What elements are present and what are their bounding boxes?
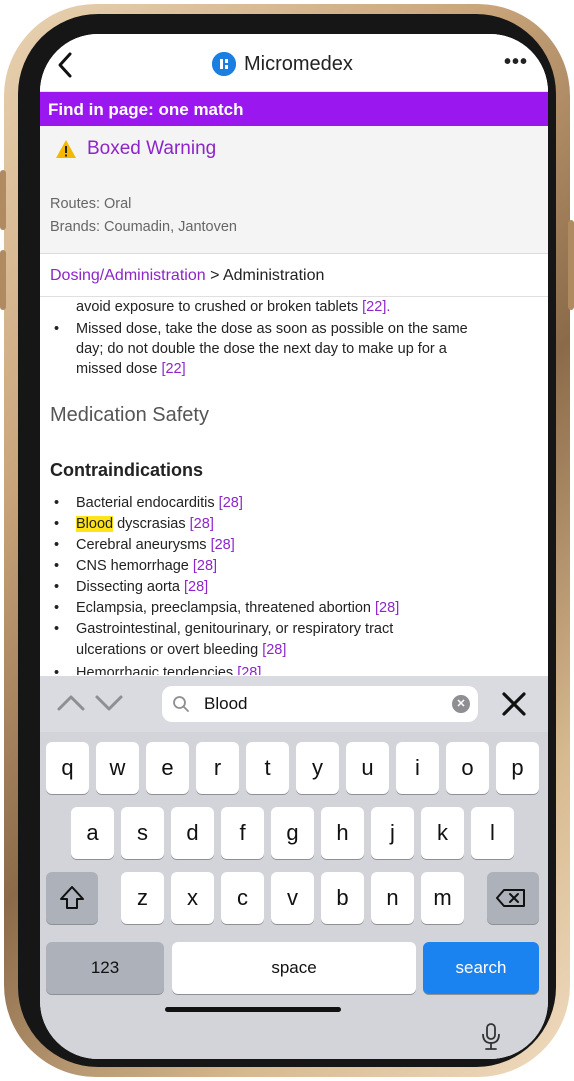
key-j[interactable]: j (371, 807, 414, 859)
key-u[interactable]: u (346, 742, 389, 794)
list-item: Dissecting aorta [28] (76, 579, 209, 595)
next-match-chevron-down-icon[interactable] (94, 688, 124, 718)
list-item: CNS hemorrhage [28] (76, 558, 218, 574)
power-button (568, 220, 574, 310)
list-item: Gastrointestinal, genitourinary, or resp… (76, 621, 394, 637)
key-v[interactable]: v (271, 872, 314, 924)
search-highlight: Blood (76, 516, 114, 532)
backspace-icon (496, 889, 525, 907)
key-m[interactable]: m (421, 872, 464, 924)
key-g[interactable]: g (271, 807, 314, 859)
more-options-icon[interactable]: ••• (504, 51, 528, 74)
find-in-page-banner: Find in page: one match (40, 92, 548, 126)
key-z[interactable]: z (121, 872, 164, 924)
list-item: Blood dyscrasias [28] (76, 516, 214, 532)
list-item: Eclampsia, preeclampsia, threatened abor… (76, 600, 400, 616)
missed-dose-line: missed dose [22] (76, 361, 186, 377)
shift-key[interactable] (46, 872, 98, 924)
key-c[interactable]: c (221, 872, 264, 924)
find-search-input[interactable]: Blood ✕ (162, 686, 478, 722)
list-item: Cerebral aneurysms [28] (76, 537, 235, 553)
delete-key[interactable] (487, 872, 539, 924)
drug-header-card: Boxed Warning Routes: Oral Brands: Couma… (40, 126, 548, 254)
key-x[interactable]: x (171, 872, 214, 924)
reference-link[interactable]: [22]. (362, 299, 390, 315)
key-p[interactable]: p (496, 742, 539, 794)
key-r[interactable]: r (196, 742, 239, 794)
warning-triangle-icon (56, 140, 76, 158)
key-a[interactable]: a (71, 807, 114, 859)
key-y[interactable]: y (296, 742, 339, 794)
search-query-text: Blood (204, 694, 248, 713)
breadcrumb: Dosing/Administration > Administration (50, 267, 324, 285)
key-f[interactable]: f (221, 807, 264, 859)
key-q[interactable]: q (46, 742, 89, 794)
clear-search-icon[interactable]: ✕ (452, 695, 470, 713)
previous-match-chevron-up-icon[interactable] (56, 688, 86, 718)
breadcrumb-link-dosing[interactable]: Dosing/Administration (50, 267, 206, 284)
home-indicator[interactable] (165, 1007, 341, 1012)
micromedex-logo-icon (212, 52, 236, 76)
volume-up-button (0, 170, 6, 230)
key-w[interactable]: w (96, 742, 139, 794)
shift-arrow-icon (60, 886, 84, 909)
key-o[interactable]: o (446, 742, 489, 794)
brands-text: Brands: Coumadin, Jantoven (50, 219, 237, 235)
key-e[interactable]: e (146, 742, 189, 794)
missed-dose-line: day; do not double the dose the next day… (76, 341, 447, 357)
search-key[interactable]: search (423, 942, 539, 994)
missed-dose-line: Missed dose, take the dose as soon as po… (76, 321, 468, 337)
key-s[interactable]: s (121, 807, 164, 859)
boxed-warning-label: Boxed Warning (87, 138, 217, 159)
list-item: Hemorrhagic tendencies [28] (76, 665, 262, 675)
key-t[interactable]: t (246, 742, 289, 794)
reference-link[interactable]: [22] (161, 361, 185, 377)
article-content[interactable]: avoid exposure to crushed or broken tabl… (40, 297, 548, 675)
close-find-icon[interactable] (498, 688, 530, 720)
back-chevron-icon[interactable] (54, 50, 78, 80)
space-key[interactable]: space (172, 942, 416, 994)
list-item: Bacterial endocarditis [28] (76, 495, 243, 511)
key-n[interactable]: n (371, 872, 414, 924)
bullet: • (54, 321, 60, 337)
volume-down-button (0, 250, 6, 310)
key-h[interactable]: h (321, 807, 364, 859)
key-d[interactable]: d (171, 807, 214, 859)
search-icon (173, 696, 189, 712)
breadcrumb-current: Administration (222, 267, 325, 284)
breadcrumb-separator: > (205, 267, 223, 284)
section-title-medication-safety: Medication Safety (50, 404, 209, 426)
find-toolbar: Blood ✕ (40, 676, 548, 732)
key-i[interactable]: i (396, 742, 439, 794)
numbers-key[interactable]: 123 (46, 942, 164, 994)
key-b[interactable]: b (321, 872, 364, 924)
boxed-warning-link[interactable]: Boxed Warning (55, 138, 216, 160)
subsection-title-contraindications: Contraindications (50, 460, 204, 480)
paragraph-line: avoid exposure to crushed or broken tabl… (76, 299, 391, 315)
navigation-bar: Micromedex ••• (40, 34, 548, 92)
key-k[interactable]: k (421, 807, 464, 859)
key-l[interactable]: l (471, 807, 514, 859)
app-title: Micromedex (244, 53, 353, 75)
screen: Micromedex ••• Find in page: one match B… (40, 34, 548, 1059)
keyboard: Blood ✕ q w e r t y u i o p a s d f g h … (40, 676, 548, 1059)
dictation-microphone-icon[interactable] (480, 1022, 502, 1052)
routes-text: Routes: Oral (50, 196, 132, 212)
list-item: ulcerations or overt bleeding [28] (76, 642, 287, 658)
